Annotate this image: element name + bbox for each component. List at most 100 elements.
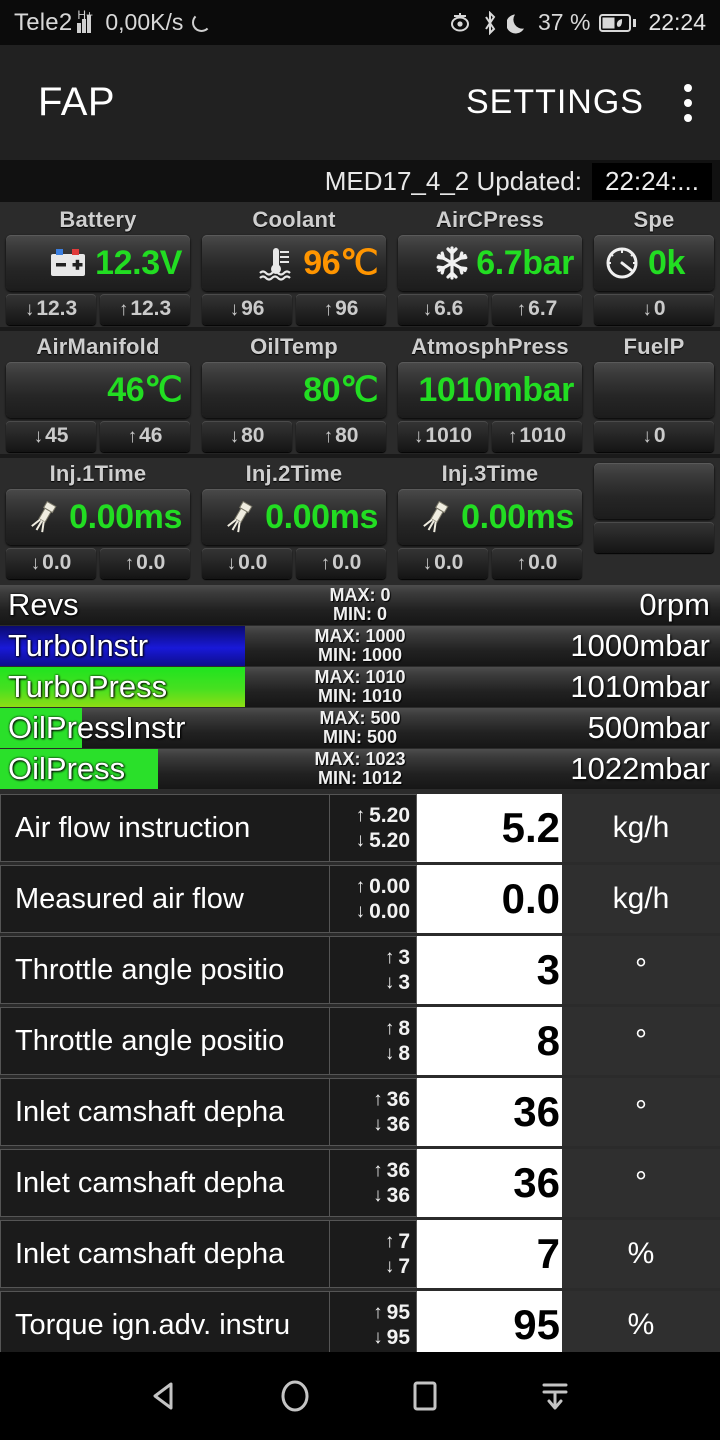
gauge-max: ↑46 bbox=[100, 421, 190, 452]
gauge-minmax: ↓0.0 ↑0.0 bbox=[202, 548, 386, 579]
param-minmax-cell: ↑ 36 ↓ 36 bbox=[330, 1078, 417, 1146]
param-minmax-cell: ↑ 0.00 ↓ 0.00 bbox=[330, 865, 417, 933]
table-row[interactable]: Inlet camshaft depha ↑ 7 ↓ 7 7 % bbox=[0, 1220, 720, 1288]
gauge-cell-inj4time[interactable] bbox=[588, 458, 720, 581]
param-minmax-cell: ↑ 95 ↓ 95 bbox=[330, 1291, 417, 1359]
gauge-cell-inj3time[interactable]: Inj.3Time 0.00ms ↓0.0 ↑0.0 bbox=[392, 458, 588, 581]
bar-minmax: MAX: 0 MIN: 0 bbox=[0, 586, 720, 624]
gauge-label: AirManifold bbox=[36, 334, 160, 359]
gauge-readout: 0.00ms bbox=[202, 489, 386, 545]
gauge-minmax bbox=[594, 522, 714, 553]
gauge-value: 6.7bar bbox=[476, 243, 574, 282]
param-min: ↓ 5.20 bbox=[355, 829, 410, 852]
bar-row-oilpress[interactable]: OilPress MAX: 1023 MIN: 1012 1022mbar bbox=[0, 749, 720, 789]
param-unit: % bbox=[627, 1237, 655, 1270]
param-name-cell: Inlet camshaft depha bbox=[0, 1149, 330, 1217]
bluetooth-icon bbox=[482, 10, 498, 35]
fuel-injector-icon bbox=[221, 499, 259, 535]
back-triangle-icon[interactable] bbox=[133, 1364, 197, 1428]
gauge-label: FuelP bbox=[623, 334, 685, 359]
gauge-readout: 0.00ms bbox=[398, 489, 582, 545]
gauge-cell-inj2time[interactable]: Inj.2Time 0.00ms ↓0.0 ↑0.0 bbox=[196, 458, 392, 581]
table-row[interactable]: Air flow instruction ↑ 5.20 ↓ 5.20 5.2 kg/… bbox=[0, 794, 720, 862]
gauge-cell-speed[interactable]: Spe 0k ↓0 bbox=[588, 204, 720, 327]
param-value-cell: 3 bbox=[417, 936, 562, 1004]
gauge-readout: 1010mbar bbox=[398, 362, 582, 418]
gauge-minmax: ↓0.0 ↑0.0 bbox=[398, 548, 582, 579]
gauge-cell-inj1time[interactable]: Inj.1Time 0.00ms ↓0.0 ↑0.0 bbox=[0, 458, 196, 581]
gauge-minmax: ↓0.0 ↑0.0 bbox=[6, 548, 190, 579]
param-unit-cell: % bbox=[562, 1220, 720, 1288]
recents-square-icon[interactable] bbox=[393, 1364, 457, 1428]
gauge-readout: 12.3V bbox=[6, 235, 190, 291]
param-name: Throttle angle positio bbox=[15, 953, 285, 986]
param-unit-cell: ° bbox=[562, 1078, 720, 1146]
param-value-cell: 95 bbox=[417, 1291, 562, 1359]
fuel-injector-icon bbox=[25, 499, 63, 535]
param-max: ↑ 95 bbox=[373, 1301, 410, 1324]
gauge-cell-atmosphpress[interactable]: AtmosphPress 1010mbar ↓1010 ↑1010 bbox=[392, 331, 588, 454]
gauge-min: ↓6.6 bbox=[398, 294, 488, 325]
bar-label: OilPressInstr bbox=[8, 710, 186, 745]
gauge-cell-airmanifold[interactable]: AirManifold 46℃ ↓45 ↑46 bbox=[0, 331, 196, 454]
gauge-cell-battery[interactable]: Battery 12.3V ↓12.3 ↑12.3 bbox=[0, 204, 196, 327]
gauge-readout: 0k bbox=[594, 235, 714, 291]
param-max: ↑ 36 bbox=[373, 1088, 410, 1111]
param-unit: ° bbox=[635, 1024, 647, 1057]
param-max: ↑ 5.20 bbox=[355, 804, 410, 827]
param-min: ↓ 7 bbox=[384, 1255, 410, 1278]
table-row[interactable]: Torque ign.adv. instru ↑ 95 ↓ 95 95 % bbox=[0, 1291, 720, 1359]
gauge-cell-aircpress[interactable]: AirCPress 6.7bar ↓6.6 ↑6.7 bbox=[392, 204, 588, 327]
param-value: 8 bbox=[536, 1017, 560, 1064]
param-min: ↓ 3 bbox=[384, 971, 410, 994]
param-value: 36 bbox=[513, 1088, 560, 1135]
gauge-minmax: ↓6.6 ↑6.7 bbox=[398, 294, 582, 325]
settings-button[interactable]: SETTINGS bbox=[462, 77, 648, 128]
table-row[interactable]: Inlet camshaft depha ↑ 36 ↓ 36 36 ° bbox=[0, 1078, 720, 1146]
table-row[interactable]: Throttle angle positio ↑ 3 ↓ 3 3 ° bbox=[0, 936, 720, 1004]
table-row[interactable]: Throttle angle positio ↑ 8 ↓ 8 8 ° bbox=[0, 1007, 720, 1075]
gauge-cell-oiltemp[interactable]: OilTemp 80℃ ↓80 ↑80 bbox=[196, 331, 392, 454]
bar-value: 1000mbar bbox=[570, 628, 710, 663]
gauge-value: 0.00ms bbox=[265, 497, 378, 536]
bar-row-revs[interactable]: Revs MAX: 0 MIN: 0 0rpm bbox=[0, 585, 720, 625]
gauge-cell-coolant[interactable]: Coolant 96℃ ↓96 ↑96 bbox=[196, 204, 392, 327]
param-minmax-cell: ↑ 7 ↓ 7 bbox=[330, 1220, 417, 1288]
param-name: Air flow instruction bbox=[15, 811, 251, 844]
param-value: 5.2 bbox=[501, 804, 560, 851]
param-min: ↓ 8 bbox=[384, 1042, 410, 1065]
carrier-name: Tele2 bbox=[14, 8, 73, 36]
gauge-min: ↓0.0 bbox=[398, 548, 488, 579]
gauge-value: 12.3V bbox=[95, 243, 182, 282]
param-max: ↑ 3 bbox=[384, 946, 410, 969]
car-battery-icon bbox=[47, 246, 89, 280]
status-bar: Tele2 H+ 0,00K/s 37 % 22:24 bbox=[0, 0, 720, 45]
param-minmax-cell: ↑ 5.20 ↓ 5.20 bbox=[330, 794, 417, 862]
app-bar: FAP SETTINGS bbox=[0, 45, 720, 160]
param-name: Inlet camshaft depha bbox=[15, 1166, 285, 1199]
page-title: FAP bbox=[38, 80, 116, 124]
table-row[interactable]: Measured air flow ↑ 0.00 ↓ 0.00 0.0 kg/h bbox=[0, 865, 720, 933]
param-name-cell: Inlet camshaft depha bbox=[0, 1078, 330, 1146]
table-row[interactable]: Inlet camshaft depha ↑ 36 ↓ 36 36 ° bbox=[0, 1149, 720, 1217]
gauge-minmax: ↓96 ↑96 bbox=[202, 294, 386, 325]
bar-value: 1022mbar bbox=[570, 751, 710, 786]
bar-row-turbopress[interactable]: TurboPress MAX: 1010 MIN: 1010 1010mbar bbox=[0, 667, 720, 707]
home-circle-icon[interactable] bbox=[263, 1364, 327, 1428]
hide-navbar-icon[interactable] bbox=[523, 1364, 587, 1428]
gauge-readout: 80℃ bbox=[202, 362, 386, 418]
gauge-value: 0.00ms bbox=[69, 497, 182, 536]
bar-label: TurboPress bbox=[8, 669, 168, 704]
gauge-label: AtmosphPress bbox=[411, 334, 569, 359]
bar-row-turboinstr[interactable]: TurboInstr MAX: 1000 MIN: 1000 1000mbar bbox=[0, 626, 720, 666]
gauge-minmax: ↓0 bbox=[594, 421, 714, 452]
gauge-cell-fuelpress[interactable]: FuelP ↓0 bbox=[588, 331, 720, 454]
android-navigation-bar bbox=[0, 1352, 720, 1440]
gauge-min: ↓45 bbox=[6, 421, 96, 452]
param-unit: kg/h bbox=[612, 811, 670, 844]
param-name-cell: Throttle angle positio bbox=[0, 936, 330, 1004]
kebab-menu-icon[interactable] bbox=[672, 80, 704, 126]
gauge-readout: 0.00ms bbox=[6, 489, 190, 545]
signal-bars-icon: H+ bbox=[77, 9, 96, 33]
bar-row-oilpressinstr[interactable]: OilPressInstr MAX: 500 MIN: 500 500mbar bbox=[0, 708, 720, 748]
